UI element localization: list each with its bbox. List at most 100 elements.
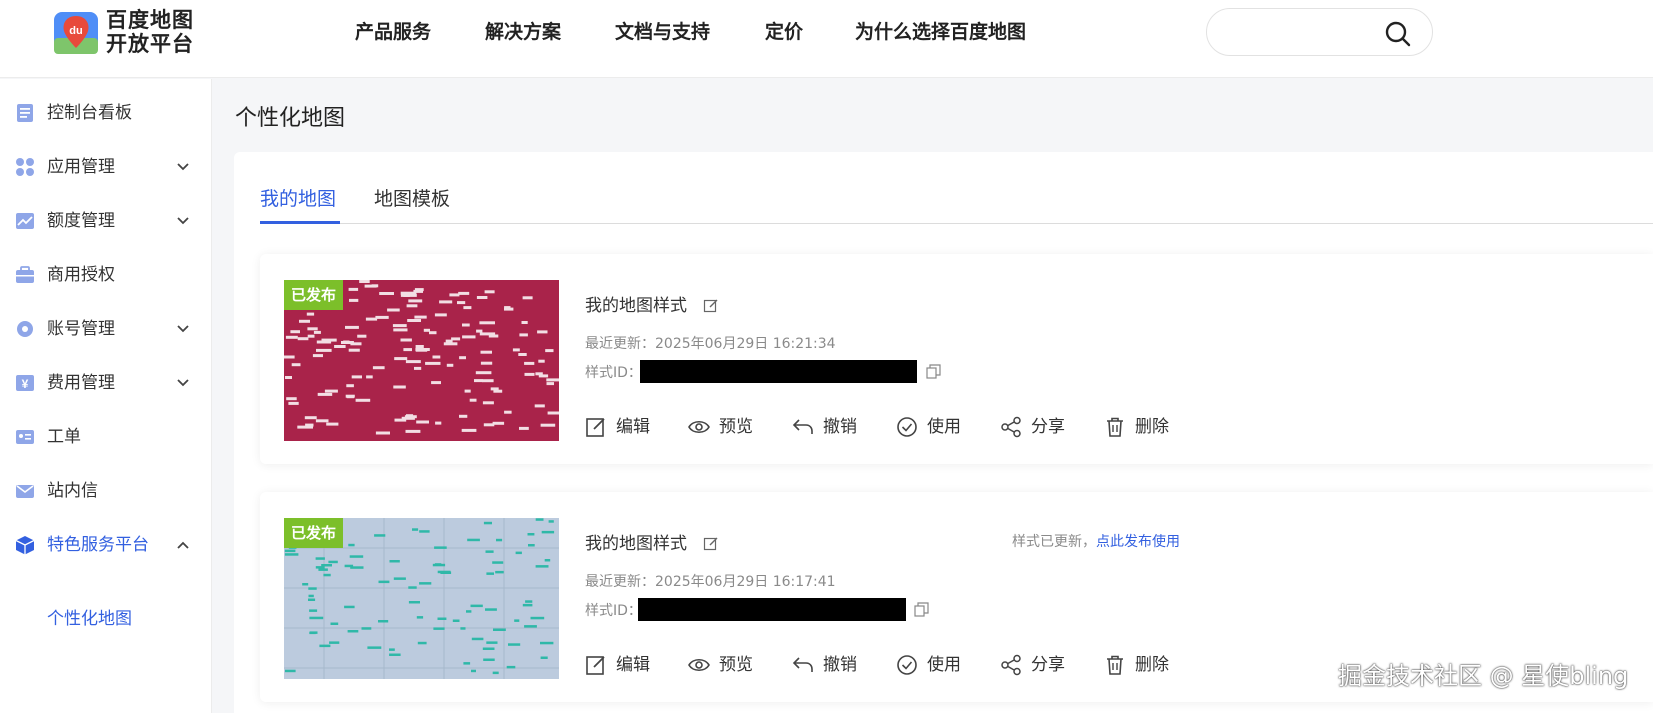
map-style-title: 我的地图样式 <box>585 296 687 316</box>
use-label: 使用 <box>927 417 961 437</box>
style-id-label: 样式ID： <box>585 365 642 381</box>
mail-icon <box>16 485 34 498</box>
trash-icon <box>1107 655 1123 675</box>
map-style-card: 已发布 我的地图样式 最近更新：2025年06月29日 16:21:34 样式I… <box>260 254 1653 464</box>
sidebar-subitem-custom-map[interactable]: 个性化地图 <box>47 607 132 631</box>
undo-icon <box>792 419 813 434</box>
nav-solutions[interactable]: 解决方案 <box>485 19 561 45</box>
sidebar-item-label: 账号管理 <box>47 319 115 339</box>
use-label: 使用 <box>927 655 961 675</box>
nav-pricing[interactable]: 定价 <box>765 19 803 45</box>
sidebar-item-label: 工单 <box>47 427 81 447</box>
publish-link[interactable]: 点此发布使用 <box>1096 534 1180 550</box>
map-style-title: 我的地图样式 <box>585 534 687 554</box>
nav-docs-support[interactable]: 文档与支持 <box>615 19 710 45</box>
eye-icon <box>688 658 710 672</box>
rename-icon[interactable] <box>703 536 719 552</box>
map-thumbnail[interactable]: 已发布 <box>284 518 559 679</box>
check-circle-icon <box>897 655 917 675</box>
delete-label: 删除 <box>1135 417 1169 437</box>
undo-label: 撤销 <box>823 417 857 437</box>
sidebar: 控制台看板 应用管理 额度管理 商用授权 账号管理 ¥ 费用管理 工单 站内信 … <box>0 79 212 713</box>
ticket-icon <box>16 430 34 444</box>
update-notice-text: 样式已更新， <box>1012 534 1096 550</box>
chevron-down-icon <box>177 325 189 333</box>
delete-label: 删除 <box>1135 655 1169 675</box>
page-title: 个性化地图 <box>235 106 346 131</box>
search-input[interactable] <box>1206 8 1433 56</box>
share-label: 分享 <box>1031 655 1065 675</box>
cube-icon <box>15 536 35 555</box>
tab-map-templates[interactable]: 地图模板 <box>374 186 450 212</box>
sidebar-item-billing[interactable]: ¥ 费用管理 <box>0 363 212 403</box>
sidebar-item-label: 额度管理 <box>47 211 115 231</box>
search-icon[interactable] <box>1384 20 1412 48</box>
trash-icon <box>1107 417 1123 437</box>
last-updated: 最近更新：2025年06月29日 16:17:41 <box>585 574 836 590</box>
chevron-down-icon <box>177 163 189 171</box>
sidebar-item-special-services[interactable]: 特色服务平台 <box>0 525 212 565</box>
share-icon <box>1001 416 1021 438</box>
edit-label: 编辑 <box>616 417 650 437</box>
dashboard-icon <box>17 104 33 122</box>
sidebar-item-dashboard[interactable]: 控制台看板 <box>0 93 212 133</box>
published-badge: 已发布 <box>284 280 344 310</box>
check-circle-icon <box>897 417 917 437</box>
share-label: 分享 <box>1031 417 1065 437</box>
tab-bar: 我的地图 地图模板 <box>260 174 1653 224</box>
svg-text:¥: ¥ <box>22 377 29 391</box>
preview-label: 预览 <box>719 417 753 437</box>
baidu-maps-logo[interactable]: du 百度地图 开放平台 <box>52 8 202 58</box>
logo-line-2: 开放平台 <box>106 32 194 56</box>
sidebar-item-label: 站内信 <box>47 481 98 501</box>
sidebar-item-label: 特色服务平台 <box>47 535 149 555</box>
logo-badge-text: du <box>69 25 82 37</box>
sidebar-item-quota[interactable]: 额度管理 <box>0 201 212 241</box>
copy-icon[interactable] <box>914 602 929 617</box>
eye-icon <box>688 420 710 434</box>
logo-line-1: 百度地图 <box>106 8 194 32</box>
edit-label: 编辑 <box>616 655 650 675</box>
apps-icon <box>16 158 34 176</box>
undo-label: 撤销 <box>823 655 857 675</box>
nav-why-baidu[interactable]: 为什么选择百度地图 <box>855 19 1026 45</box>
map-thumbnail[interactable]: 已发布 <box>284 280 559 441</box>
top-nav: du 百度地图 开放平台 产品服务 解决方案 文档与支持 定价 为什么选择百度地… <box>0 0 1653 78</box>
sidebar-item-label: 商用授权 <box>47 265 115 285</box>
sidebar-item-label: 费用管理 <box>47 373 115 393</box>
preview-label: 预览 <box>719 655 753 675</box>
briefcase-icon <box>16 266 34 283</box>
map-pin-logo-icon: du <box>54 12 98 54</box>
watermark: 掘金技术社区 @ 星使bling <box>1338 662 1629 690</box>
sidebar-item-account[interactable]: 账号管理 <box>0 309 212 349</box>
tab-my-maps[interactable]: 我的地图 <box>260 186 336 212</box>
chevron-up-icon <box>177 541 189 549</box>
style-id-redacted <box>640 360 917 383</box>
chevron-down-icon <box>177 217 189 225</box>
undo-icon <box>792 657 813 672</box>
gear-icon <box>17 321 33 337</box>
style-id-label: 样式ID： <box>585 603 642 619</box>
yuan-icon: ¥ <box>16 375 34 391</box>
sidebar-item-label: 应用管理 <box>47 157 115 177</box>
active-tab-underline <box>260 221 340 224</box>
edit-icon <box>586 656 605 675</box>
published-badge: 已发布 <box>284 518 344 548</box>
sidebar-item-license[interactable]: 商用授权 <box>0 255 212 295</box>
last-updated: 最近更新：2025年06月29日 16:21:34 <box>585 336 836 352</box>
edit-icon <box>586 418 605 437</box>
nav-products[interactable]: 产品服务 <box>355 19 431 45</box>
update-notice: 样式已更新，点此发布使用 <box>1012 532 1180 552</box>
style-id-redacted <box>638 598 906 621</box>
sidebar-item-apps[interactable]: 应用管理 <box>0 147 212 187</box>
copy-icon[interactable] <box>926 364 941 379</box>
rename-icon[interactable] <box>703 298 719 314</box>
sidebar-item-ticket[interactable]: 工单 <box>0 417 212 457</box>
main-panel: 我的地图 地图模板 已发布 我的地图样式 最近更新：2025年06月29日 16… <box>234 152 1653 713</box>
sidebar-item-inbox[interactable]: 站内信 <box>0 471 212 511</box>
logo-text: 百度地图 开放平台 <box>106 8 194 56</box>
share-icon <box>1001 654 1021 676</box>
sidebar-item-label: 控制台看板 <box>47 103 132 123</box>
quota-chart-icon <box>16 213 34 229</box>
chevron-down-icon <box>177 379 189 387</box>
